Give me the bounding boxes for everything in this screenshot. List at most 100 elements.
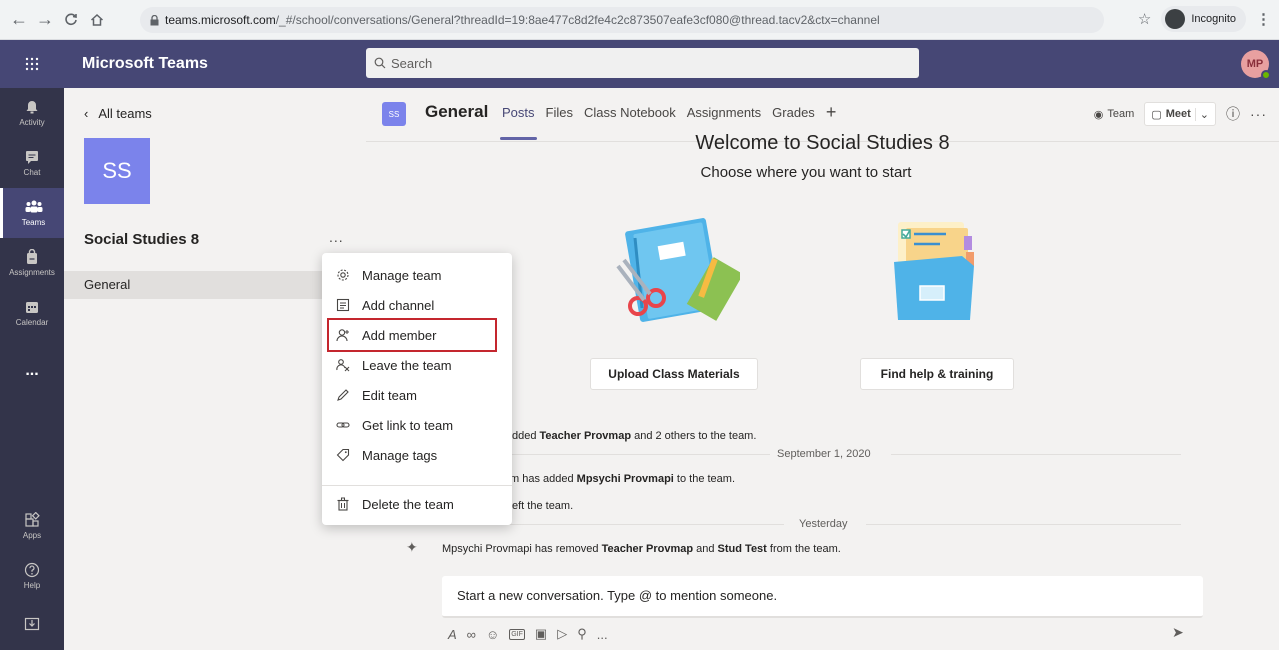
rail-label: Activity [19, 118, 45, 127]
welcome-subtitle: Choose where you want to start [700, 164, 912, 181]
more-options-icon[interactable]: ... [597, 627, 608, 642]
channel-item-general[interactable]: General [64, 271, 366, 299]
rail-item-apps[interactable]: Apps [0, 501, 64, 551]
menu-item-label: Manage tags [362, 447, 438, 463]
browser-menu-icon[interactable]: ⋮ [1256, 10, 1271, 28]
menu-item-label: Get link to team [362, 417, 454, 433]
format-icon[interactable]: A [448, 627, 457, 642]
leave-team-event-icon: ✦ [406, 539, 418, 555]
feed-text: and [693, 543, 718, 555]
forward-arrow-icon[interactable]: → [32, 7, 58, 33]
home-icon[interactable] [84, 7, 110, 33]
all-teams-link[interactable]: ‹ All teams [84, 106, 152, 121]
assignments-icon [27, 249, 37, 264]
rail-item-teams[interactable]: Teams [0, 188, 64, 238]
divider [866, 524, 1181, 525]
tab-grades[interactable]: Grades [772, 105, 815, 120]
gear-icon [337, 269, 349, 281]
channel-team-badge: SS [382, 102, 406, 126]
team-more-options-icon[interactable]: ... [329, 229, 344, 245]
back-arrow-icon[interactable]: ← [6, 7, 32, 33]
attach-icon[interactable]: ∞ [467, 627, 476, 642]
chevron-down-icon[interactable]: ⌄ [1194, 107, 1209, 121]
channel-icon [336, 298, 350, 312]
divider [500, 454, 770, 455]
video-camera-icon: ▢ [1151, 108, 1162, 121]
feed-text: and 2 others to the team. [631, 430, 757, 442]
composer-placeholder: Start a new conversation. Type @ to ment… [457, 588, 778, 603]
chat-icon [26, 151, 38, 164]
all-teams-label: All teams [98, 106, 152, 121]
team-button[interactable]: ◉ Team [1094, 108, 1135, 121]
rail-label: Chat [23, 168, 41, 177]
rail-label: Help [23, 581, 41, 590]
calendar-icon [26, 302, 38, 313]
tab-class-notebook[interactable]: Class Notebook [584, 105, 676, 120]
rail-item-activity[interactable]: Activity [0, 88, 64, 138]
feed-text: from the team. [766, 543, 841, 555]
rail-item-calendar[interactable]: Calendar [0, 288, 64, 338]
meet-button[interactable]: ▢ Meet ⌄ [1144, 102, 1216, 126]
presence-available-icon [1261, 70, 1271, 80]
teams-panel: ‹ All teams SS Social Studies 8 ... Gene… [64, 88, 366, 650]
pencil-icon [337, 389, 349, 401]
menu-item-label: Delete the team [362, 496, 454, 512]
incognito-badge[interactable]: Incognito [1161, 6, 1246, 32]
menu-item-label: Leave the team [362, 357, 452, 373]
teams-header: Microsoft Teams Search MP [0, 40, 1279, 88]
rail-label: Assignments [9, 268, 55, 277]
menu-item-manage-team[interactable]: Manage team [322, 260, 512, 290]
search-placeholder: Search [391, 55, 433, 71]
rail-item-assignments[interactable]: Assignments [0, 238, 64, 288]
welcome-title: Welcome to Social Studies 8 [695, 134, 950, 150]
upload-class-materials-button[interactable]: Upload Class Materials [590, 358, 758, 390]
rail-label: ... [25, 362, 39, 379]
menu-item-leave-team[interactable]: Leave the team [322, 350, 512, 380]
menu-item-edit-team[interactable]: Edit team [322, 380, 512, 410]
address-bar[interactable]: teams.microsoft.com/_#/school/conversati… [140, 7, 1104, 33]
avatar[interactable]: MP [1241, 50, 1271, 80]
meet-now-icon[interactable]: ▷ [557, 626, 567, 642]
sticker-icon[interactable]: ▣ [535, 626, 547, 642]
star-icon[interactable]: ☆ [1138, 10, 1151, 28]
menu-item-label: Manage team [362, 267, 442, 283]
rail-item-chat[interactable]: Chat [0, 138, 64, 188]
add-member-highlight [327, 318, 497, 352]
info-icon[interactable]: ⓘ [1226, 104, 1240, 124]
menu-item-get-link[interactable]: Get link to team [322, 410, 512, 440]
app-title: Microsoft Teams [82, 55, 208, 72]
app-launcher-icon[interactable] [0, 40, 64, 88]
emoji-icon[interactable]: ☺ [486, 627, 499, 642]
rail-label: Calendar [15, 318, 49, 327]
feed-message: m has added Mpsychi Provmapi to the team… [510, 473, 735, 485]
praise-icon[interactable]: ⚲ [577, 626, 587, 642]
more-options-icon[interactable]: ··· [1250, 106, 1267, 122]
search-input[interactable]: Search [366, 48, 919, 78]
apps-icon [25, 512, 40, 527]
gif-icon[interactable]: GIF [509, 628, 525, 640]
menu-divider [322, 485, 512, 486]
add-tab-button[interactable]: + [826, 103, 837, 121]
date-separator: September 1, 2020 [777, 448, 871, 460]
tab-posts[interactable]: Posts [500, 105, 537, 140]
feed-user: Teacher Provmap [601, 543, 694, 555]
team-initials: SS [102, 158, 132, 183]
rail-item-help[interactable]: Help [0, 551, 64, 601]
teams-icon [25, 200, 42, 213]
menu-item-add-channel[interactable]: Add channel [322, 290, 512, 320]
more-apps-icon[interactable]: ... [0, 346, 64, 396]
team-name: Social Studies 8 [84, 231, 200, 248]
url-path: /_#/school/conversations/General?threadI… [275, 13, 880, 27]
menu-item-delete-team[interactable]: Delete the team [322, 489, 512, 519]
feed-text: Mpsychi Provmapi has removed [442, 543, 602, 555]
reload-icon[interactable] [58, 7, 84, 33]
menu-item-manage-tags[interactable]: Manage tags [322, 440, 512, 470]
download-app-icon[interactable] [0, 600, 64, 650]
bell-icon [26, 101, 38, 114]
new-conversation-input[interactable]: Start a new conversation. Type @ to ment… [442, 576, 1203, 618]
tab-assignments[interactable]: Assignments [687, 105, 761, 120]
send-icon[interactable]: ➤ [1172, 624, 1184, 641]
search-icon [374, 57, 386, 69]
tab-files[interactable]: Files [546, 105, 573, 120]
find-help-training-button[interactable]: Find help & training [860, 358, 1014, 390]
